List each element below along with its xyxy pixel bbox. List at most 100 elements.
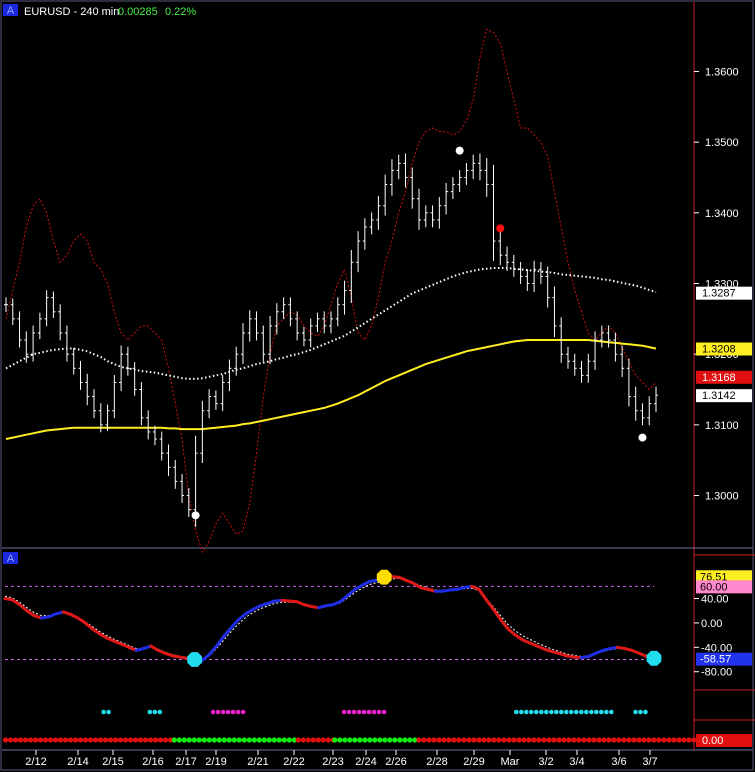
price-tag-label: 1.3168: [702, 372, 736, 384]
price-tick-label: 1.3000: [705, 491, 739, 503]
extreme-marker: [376, 569, 392, 585]
signal-dot: [341, 709, 347, 715]
signal-dot: [554, 709, 559, 715]
strip-dot: [112, 737, 119, 743]
strip-dot: [315, 737, 321, 743]
price-tag-label: 1.3287: [702, 288, 736, 300]
time-tick-label: 3/4: [569, 756, 584, 768]
signal-dot: [514, 709, 519, 715]
strip-dot: [561, 737, 567, 743]
strip-dot: [596, 737, 602, 743]
strip-dot: [342, 737, 348, 743]
strip-dot: [367, 737, 373, 743]
strip-dot: [191, 737, 197, 743]
strip-dot: [431, 737, 437, 743]
strip-dot: [626, 737, 632, 743]
strip-dot: [651, 737, 657, 743]
signal-dot: [524, 709, 529, 715]
signal-dot: [361, 709, 367, 715]
strip-dot: [72, 737, 79, 743]
time-tick-label: 2/19: [205, 756, 226, 768]
strip-dot: [305, 737, 311, 743]
strip-dot: [256, 737, 262, 743]
swing-marker: [638, 433, 647, 442]
strip-dot: [181, 737, 187, 743]
strip-dot: [446, 737, 452, 743]
strip-dot: [456, 737, 462, 743]
strip-dot: [107, 737, 114, 743]
oscillator-segment: [484, 598, 496, 612]
strip-dot: [466, 737, 472, 743]
strip-dot: [102, 737, 109, 743]
signal-dot: [381, 709, 387, 715]
signal-dot: [106, 709, 111, 715]
strip-dot: [691, 737, 697, 743]
strip-dot: [347, 737, 353, 743]
strip-dot: [352, 737, 358, 743]
time-tick-label: 2/16: [142, 756, 163, 768]
strip-dot: [631, 737, 637, 743]
signal-dot: [240, 709, 246, 715]
signal-dot: [235, 709, 241, 715]
strip-dot: [641, 737, 647, 743]
strip-dot: [132, 737, 139, 743]
signal-dot: [559, 709, 564, 715]
signal-line: [4, 577, 655, 661]
strip-dot: [87, 737, 94, 743]
strip-dot: [531, 737, 537, 743]
extreme-marker: [646, 650, 662, 666]
strip-dot: [546, 737, 552, 743]
time-tick-label: 2/17: [175, 756, 196, 768]
signal-dot: [356, 709, 362, 715]
strip-dot: [32, 737, 39, 743]
strip-dot: [52, 737, 59, 743]
signal-dot: [225, 709, 231, 715]
price-panel[interactable]: [4, 28, 658, 554]
signal-dot: [643, 709, 648, 715]
swing-marker: [191, 511, 200, 520]
signal-dot: [152, 709, 158, 715]
strip-dot: [556, 737, 562, 743]
strip-dot: [416, 737, 422, 743]
strip-dot: [521, 737, 527, 743]
signal-dot: [569, 709, 574, 715]
oscillator-panel[interactable]: [3, 569, 662, 667]
signal-dot: [210, 709, 216, 715]
oscillator-tick-label: -80.00: [701, 667, 732, 679]
time-tick-label: 3/7: [642, 756, 657, 768]
strip-dot: [266, 737, 272, 743]
strip-dot: [152, 737, 159, 743]
strip-dot: [231, 737, 237, 743]
price-tick-label: 1.3100: [705, 420, 739, 432]
strip-dot: [37, 737, 44, 743]
strip-dot: [382, 737, 388, 743]
signal-dot: [147, 709, 153, 715]
strip-dot: [206, 737, 212, 743]
strip-dot: [196, 737, 202, 743]
signal-dot: [594, 709, 599, 715]
strip-dot: [117, 737, 124, 743]
strip-dot: [157, 737, 164, 743]
strip-dot: [251, 737, 257, 743]
strip-dot: [357, 737, 363, 743]
strip-dot: [421, 737, 427, 743]
signal-dot: [346, 709, 352, 715]
signal-dot: [633, 709, 638, 715]
strip-dot: [601, 737, 607, 743]
strip-dot: [295, 737, 301, 743]
strip-dot: [506, 737, 512, 743]
strip-dot: [2, 737, 9, 743]
strip-dot: [186, 737, 192, 743]
strip-dot: [591, 737, 597, 743]
time-tick-label: 2/23: [322, 756, 343, 768]
strip-dot: [621, 737, 627, 743]
price-tick-label: 1.3600: [705, 66, 739, 78]
strip-dot: [216, 737, 222, 743]
signal-dot: [101, 709, 106, 715]
change-value: 0.00285: [118, 6, 158, 18]
strip-dot: [77, 737, 84, 743]
time-tick-label: 2/24: [355, 756, 376, 768]
strip-dot: [42, 737, 49, 743]
strip-dot: [122, 737, 129, 743]
signal-dot: [579, 709, 584, 715]
